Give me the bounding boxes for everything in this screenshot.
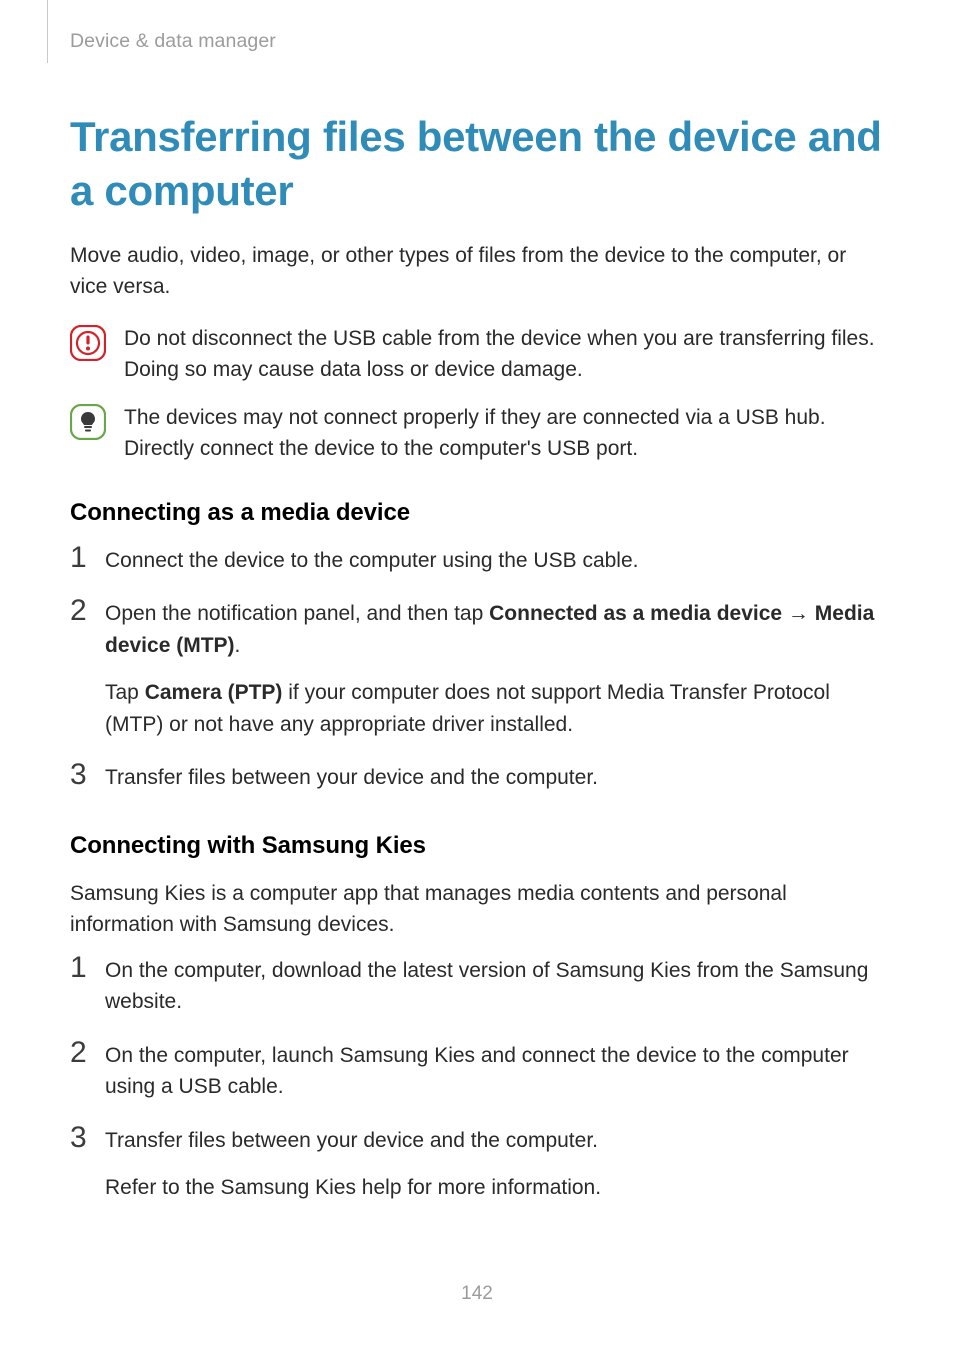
note-text: The devices may not connect properly if … <box>124 402 884 465</box>
section1-step1: 1 Connect the device to the computer usi… <box>70 545 884 577</box>
step-number: 2 <box>70 596 92 626</box>
step-number: 3 <box>70 1123 92 1153</box>
note-icon <box>70 404 106 440</box>
step-body: On the computer, launch Samsung Kies and… <box>105 1040 884 1103</box>
step-body: Connect the device to the computer using… <box>105 545 884 577</box>
caution-icon <box>70 325 106 361</box>
step-number: 1 <box>70 543 92 573</box>
header-vertical-rule <box>47 0 48 63</box>
step-body: Transfer files between your device and t… <box>105 762 884 794</box>
section2-step3: 3 Transfer files between your device and… <box>70 1125 884 1204</box>
intro-paragraph: Move audio, video, image, or other types… <box>70 240 884 303</box>
caution-text: Do not disconnect the USB cable from the… <box>124 323 884 386</box>
step-text: Transfer files between your device and t… <box>105 1125 884 1157</box>
ui-label: Connected as a media device <box>489 602 782 625</box>
step-number: 1 <box>70 953 92 983</box>
section2-step1: 1 On the computer, download the latest v… <box>70 955 884 1018</box>
caution-callout: Do not disconnect the USB cable from the… <box>70 323 884 386</box>
step-number: 2 <box>70 1038 92 1068</box>
note-callout: The devices may not connect properly if … <box>70 402 884 465</box>
section1-step2: 2 Open the notification panel, and then … <box>70 598 884 740</box>
step-text: Connect the device to the computer using… <box>105 545 884 577</box>
step-body: On the computer, download the latest ver… <box>105 955 884 1018</box>
ui-label: Camera (PTP) <box>145 681 283 704</box>
section2-step2: 2 On the computer, launch Samsung Kies a… <box>70 1040 884 1103</box>
page-title: Transferring files between the device an… <box>70 110 884 218</box>
step-text: Transfer files between your device and t… <box>105 762 884 794</box>
step-text-extra: Tap Camera (PTP) if your computer does n… <box>105 677 884 740</box>
section1-heading: Connecting as a media device <box>70 499 884 527</box>
step-text: Open the notification panel, and then ta… <box>105 598 884 661</box>
section1-step3: 3 Transfer files between your device and… <box>70 762 884 794</box>
step-body: Open the notification panel, and then ta… <box>105 598 884 740</box>
content-area: Transferring files between the device an… <box>70 110 884 1226</box>
breadcrumb: Device & data manager <box>70 30 276 53</box>
section2-heading: Connecting with Samsung Kies <box>70 832 884 860</box>
step-text: On the computer, launch Samsung Kies and… <box>105 1040 884 1103</box>
step-text-extra: Refer to the Samsung Kies help for more … <box>105 1172 884 1204</box>
step-text: On the computer, download the latest ver… <box>105 955 884 1018</box>
page: Device & data manager Transferring files… <box>0 0 954 1350</box>
page-number: 142 <box>0 1283 954 1305</box>
step-body: Transfer files between your device and t… <box>105 1125 884 1204</box>
section2-intro: Samsung Kies is a computer app that mana… <box>70 878 884 941</box>
step-number: 3 <box>70 760 92 790</box>
